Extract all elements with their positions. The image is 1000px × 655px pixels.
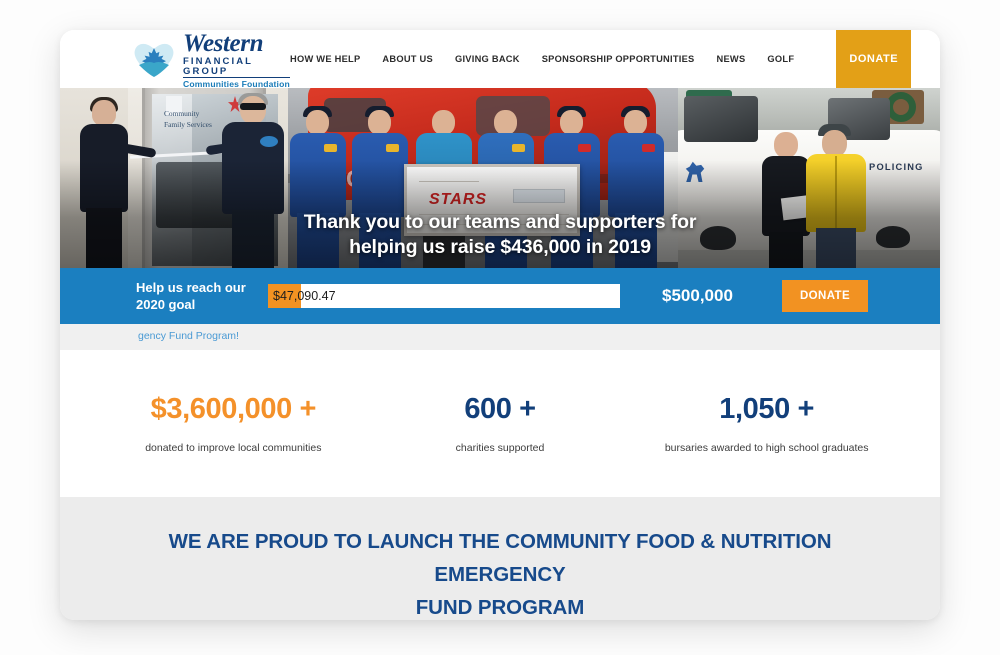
nav-item-golf[interactable]: GOLF bbox=[767, 54, 794, 64]
website-page-card: Western FINANCIAL GROUP Communities Foun… bbox=[60, 30, 940, 620]
nav-item-news[interactable]: NEWS bbox=[717, 54, 746, 64]
donation-goal-bar: Help us reach our 2020 goal $47,090.47 $… bbox=[60, 268, 940, 324]
hero-banner: Community Family Services STARS POLICING… bbox=[60, 88, 940, 268]
impact-stat-bursaries: 1,050 + bursaries awarded to high school… bbox=[633, 392, 900, 455]
nav-item-about-us[interactable]: ABOUT US bbox=[382, 54, 433, 64]
impact-stat-charities: 600 + charities supported bbox=[367, 392, 634, 455]
main-navigation: HOW WE HELP ABOUT US GIVING BACK SPONSOR… bbox=[290, 30, 940, 88]
impact-stat-number: 1,050 + bbox=[719, 393, 815, 425]
impact-stat-caption: charities supported bbox=[455, 442, 545, 454]
impact-stat-caption: donated to improve local communities bbox=[145, 442, 322, 454]
logo-sub-mark: FINANCIAL GROUP bbox=[183, 57, 290, 79]
donation-bar-donate-button[interactable]: DONATE bbox=[782, 280, 868, 312]
logo-word-mark: Western bbox=[183, 30, 264, 58]
header-donate-button[interactable]: DONATE bbox=[836, 30, 912, 88]
promo-section: WE ARE PROUD TO LAUNCH THE COMMUNITY FOO… bbox=[60, 497, 940, 620]
announcement-ticker: gency Fund Program! bbox=[60, 324, 940, 350]
announcement-ticker-link[interactable]: gency Fund Program! bbox=[138, 330, 239, 342]
donation-progress-bar[interactable]: $47,090.47 bbox=[268, 284, 620, 308]
donation-goal-label-line-1: Help us reach our bbox=[136, 280, 246, 295]
donation-goal-amount: $500,000 bbox=[662, 286, 733, 305]
logo-text-block: Western FINANCIAL GROUP Communities Foun… bbox=[183, 30, 290, 89]
hero-caption: Thank you to our teams and supporters fo… bbox=[60, 210, 940, 260]
site-header: Western FINANCIAL GROUP Communities Foun… bbox=[60, 30, 940, 88]
promo-heading-line-1: WE ARE PROUD TO LAUNCH THE COMMUNITY FOO… bbox=[168, 530, 832, 586]
screenshot-viewport: Western FINANCIAL GROUP Communities Foun… bbox=[0, 0, 1000, 655]
donation-goal-label-line-2: 2020 goal bbox=[136, 297, 196, 312]
hero-panel2-cheque-brand: STARS bbox=[429, 191, 488, 208]
impact-stats-section: $3,600,000 + donated to improve local co… bbox=[60, 350, 940, 497]
hero-caption-line-1: Thank you to our teams and supporters fo… bbox=[303, 211, 697, 233]
impact-stat-number: $3,600,000 + bbox=[150, 393, 317, 425]
impact-stat-caption: bursaries awarded to high school graduat… bbox=[664, 442, 869, 454]
heart-maple-leaf-logo-icon bbox=[132, 39, 176, 79]
nav-item-giving-back[interactable]: GIVING BACK bbox=[455, 54, 520, 64]
donation-raised-amount: $47,090.47 bbox=[273, 289, 336, 303]
promo-heading-line-2: FUND PROGRAM bbox=[415, 596, 585, 619]
hero-caption-line-2: helping us raise $436,000 in 2019 bbox=[349, 236, 651, 258]
nav-item-how-we-help[interactable]: HOW WE HELP bbox=[290, 54, 360, 64]
impact-stat-number: 600 + bbox=[464, 393, 536, 425]
impact-stat-donated: $3,600,000 + donated to improve local co… bbox=[100, 392, 367, 455]
site-logo[interactable]: Western FINANCIAL GROUP Communities Foun… bbox=[60, 30, 290, 88]
nav-item-sponsorship-opportunities[interactable]: SPONSORSHIP OPPORTUNITIES bbox=[542, 54, 695, 64]
promo-heading: WE ARE PROUD TO LAUNCH THE COMMUNITY FOO… bbox=[120, 525, 880, 620]
donation-goal-label: Help us reach our 2020 goal bbox=[136, 279, 264, 313]
